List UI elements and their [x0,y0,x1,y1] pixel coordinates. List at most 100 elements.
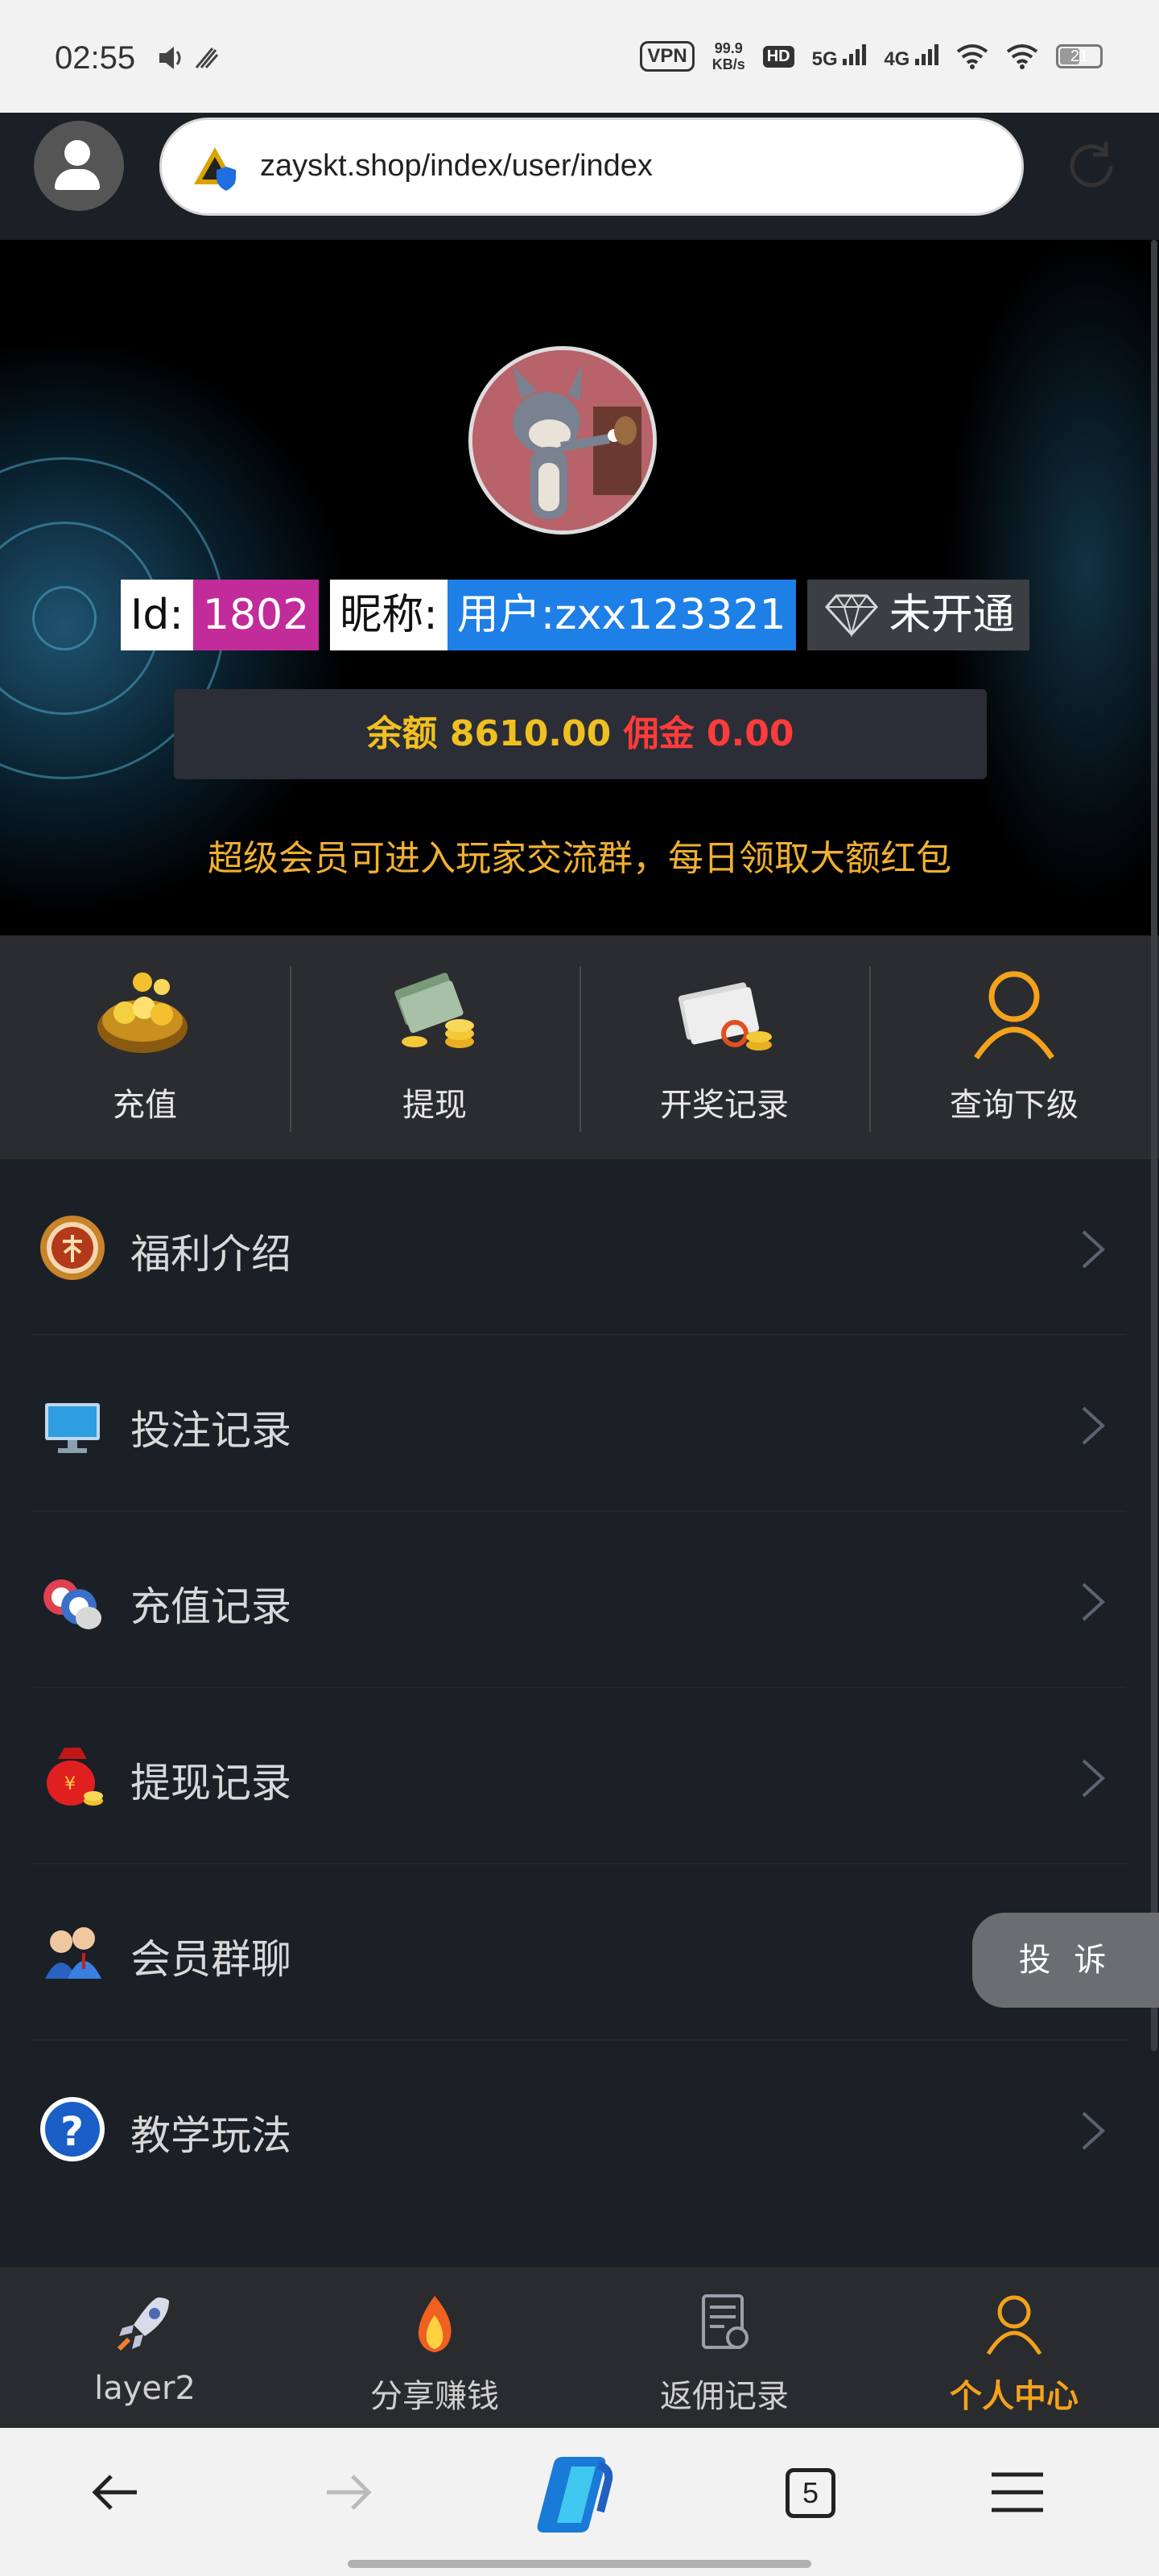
chips-icon [43,1579,101,1629]
menu-label: 投注记录 [130,1407,291,1454]
vip-status-badge[interactable]: 未开通 [806,580,1029,650]
user-id-label: Id: [121,580,193,650]
nav-label: 分享赚钱 [370,2378,499,2415]
volume-icon [159,47,219,69]
rocket-icon [117,2297,169,2351]
recharge-button[interactable]: 充值 [0,935,290,1159]
quick-actions: 充值 提现 开奖记录 查询下级 [0,935,1159,1159]
nav-label: layer2 [94,2370,196,2407]
monitor-icon [45,1403,100,1453]
vpn-badge: VPN [640,41,695,72]
money-bag-icon [97,972,188,1053]
menu-icon[interactable] [985,2460,1050,2524]
recharge-label: 充值 [113,1087,177,1124]
withdraw-button[interactable]: 提现 [290,935,580,1159]
balance-label: 余额 [366,713,438,754]
wifi-icon [956,44,988,69]
url-text: zayskt.shop/index/user/index [260,149,653,183]
nav-layer2[interactable]: layer2 [0,2267,290,2428]
signal-bars-icon [843,43,867,65]
gesture-bar [348,2560,811,2568]
status-bar: 02:55 VPN 99.9 KB/s HD 5G 4G 21 [0,0,1159,113]
complaint-button[interactable]: 投 诉 [972,1913,1159,2008]
commission-value: 0.00 [706,713,794,754]
subordinates-button[interactable]: 查询下级 [869,935,1159,1159]
tabs-button[interactable]: 5 [786,2468,835,2518]
wifi-icon [1006,44,1038,69]
lottery-records-label: 开奖记录 [660,1087,789,1124]
document-icon [702,2294,749,2349]
lottery-records-button[interactable]: 开奖记录 [580,935,869,1159]
nav-personal-center[interactable]: 个人中心 [869,2267,1159,2428]
menu-label: 福利介绍 [130,1231,291,1278]
menu-item-tutorial[interactable]: ? 教学玩法 [0,2041,1159,2217]
forward-arrow-icon[interactable] [316,2460,380,2524]
balance-value: 8610.00 [449,713,612,754]
menu-item-welfare[interactable]: 福利介绍 [0,1159,1159,1335]
status-notification-icons [158,43,230,79]
vip-status-text: 未开通 [889,591,1015,639]
status-time: 02:55 [55,40,136,76]
commission-label: 佣金 [623,713,695,754]
chevron-right-icon [1082,1583,1105,1621]
battery-level: 21 [1070,47,1089,65]
network-speed-unit: KB/s [711,56,745,72]
signal-5g-label: 5G [811,47,838,70]
reload-icon[interactable] [1061,135,1122,196]
menu-label: 充值记录 [130,1583,291,1630]
cash-coins-icon [394,972,474,1048]
withdraw-label: 提现 [402,1087,467,1124]
signal-4g-label: 4G [884,47,910,70]
svg-text:¥: ¥ [64,1774,76,1794]
diamond-icon [824,594,878,638]
menu-list: 福利介绍 投注记录 充值记录 ¥ 提现记录 会员群聊 ? 教学玩法 [0,1159,1159,2267]
records-coins-icon [678,982,772,1051]
menu-item-withdraw-records[interactable]: ¥ 提现记录 [0,1688,1159,1864]
vip-notice: 超级会员可进入玩家交流群，每日领取大额红包 [208,838,951,879]
svg-text:?: ? [60,2108,84,2155]
flame-icon [418,2296,452,2352]
user-id-tag: Id: 1802 [121,580,320,650]
balance-bar: 余额 8610.00 佣金 0.00 [174,689,987,779]
scrollbar[interactable] [1151,240,1157,2051]
site-security-icon [194,147,236,191]
user-avatar[interactable] [468,346,657,535]
avatar-image [472,350,653,530]
battery-icon: 21 [1056,44,1103,68]
menu-label: 会员群聊 [130,1936,291,1983]
help-icon: ? [40,2097,105,2161]
user-info-row: Id: 1802 昵称: 用户:zxx123321 未开通 [121,580,1029,650]
copilot-icon[interactable] [531,2450,628,2539]
chevron-right-icon [1082,1406,1105,1445]
status-right-icons: VPN 99.9 KB/s HD 5G 4G 21 [640,40,1103,72]
network-speed-value: 99.9 [714,40,743,56]
bottom-nav: layer2 分享赚钱 返佣记录 个人中心 [0,2267,1159,2428]
red-bag-icon: ¥ [47,1748,103,1806]
hd-badge: HD [762,45,794,68]
signal-bars-icon [915,43,938,65]
user-icon [974,971,1054,1059]
back-arrow-icon[interactable] [84,2460,148,2524]
subordinates-label: 查询下级 [950,1087,1079,1124]
menu-item-bet-records[interactable]: 投注记录 [0,1335,1159,1512]
nickname-value: 用户:zxx123321 [447,580,796,650]
nav-share-earn[interactable]: 分享赚钱 [290,2267,580,2428]
award-medal-icon [40,1216,105,1280]
signal-5g: 5G [812,43,867,71]
menu-item-recharge-records[interactable]: 充值记录 [0,1512,1159,1688]
nav-label: 个人中心 [950,2378,1079,2415]
nickname-tag: 昵称: 用户:zxx123321 [330,580,796,650]
nav-commission-records[interactable]: 返佣记录 [580,2267,869,2428]
menu-label: 提现记录 [130,1760,291,1806]
user-id-value: 1802 [192,580,320,650]
nav-label: 返佣记录 [660,2378,789,2415]
group-icon [45,1927,101,1979]
chevron-right-icon [1082,2112,1105,2150]
address-bar[interactable]: zayskt.shop/index/user/index [159,118,1024,216]
profile-header: Id: 1802 昵称: 用户:zxx123321 未开通 余额 8610.00… [0,240,1159,935]
signal-4g: 4G [884,43,938,71]
network-speed: 99.9 KB/s [712,40,745,72]
profile-add-icon[interactable] [34,121,124,211]
nickname-label: 昵称: [330,580,448,650]
browser-toolbar: 5 [0,2428,1159,2576]
